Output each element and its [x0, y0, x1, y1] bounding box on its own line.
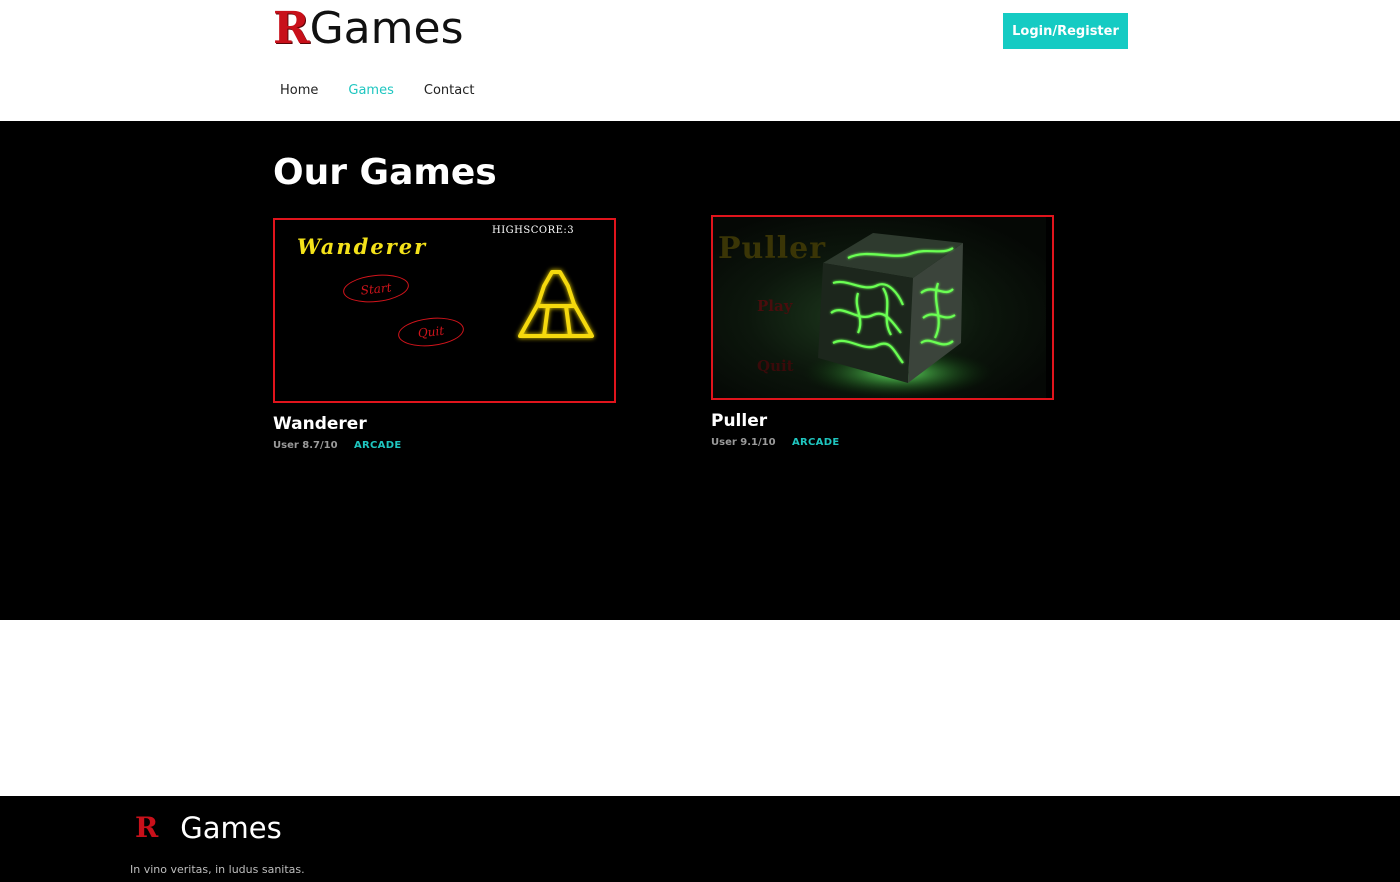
game-genre-tag[interactable]: ARCADE: [792, 437, 839, 448]
logo-text: Games: [309, 3, 464, 54]
game-card-puller[interactable]: Puller Play Quit Puller User 9.1/10 ARCA…: [711, 215, 1054, 448]
nav-item-contact[interactable]: Contact: [424, 83, 475, 99]
site-logo[interactable]: R Games: [273, 3, 464, 55]
footer-logo-text: Games: [180, 811, 282, 845]
logo-r-icon: R: [273, 3, 310, 54]
thumbnail-play-label: Play: [757, 297, 793, 315]
game-rating: User 8.7/10: [273, 440, 338, 451]
game-genre-tag[interactable]: ARCADE: [354, 440, 401, 451]
nav-item-games[interactable]: Games: [348, 83, 393, 99]
game-meta: User 9.1/10 ARCADE: [711, 437, 1054, 448]
game-thumbnail-wanderer[interactable]: Wanderer HIGHSCORE:3 Start Quit: [273, 218, 616, 403]
game-title[interactable]: Wanderer: [273, 413, 616, 435]
page: R Games Login/Register Home Games Contac…: [0, 0, 1400, 882]
footer-tagline: In vino veritas, in ludus sanitas.: [130, 863, 305, 876]
game-title[interactable]: Puller: [711, 410, 1054, 432]
thumbnail-edge: [1046, 217, 1052, 398]
main-nav: Home Games Contact: [280, 83, 504, 99]
footer-logo[interactable]: R Games: [135, 810, 282, 846]
section-title: Our Games: [273, 152, 497, 193]
thumbnail-highscore: HIGHSCORE:3: [492, 225, 575, 236]
glowing-cube-icon: [803, 233, 993, 398]
games-section: Our Games Wanderer HIGHSCORE:3 Start Qui…: [0, 121, 1400, 620]
game-card-wanderer[interactable]: Wanderer HIGHSCORE:3 Start Quit Wanderer…: [273, 218, 616, 451]
thumbnail-quit-label: Quit: [757, 357, 794, 375]
thumbnail-game-title: Puller: [718, 231, 827, 266]
game-thumbnail-puller[interactable]: Puller Play Quit: [711, 215, 1054, 400]
thumbnail-quit-label: Quit: [396, 314, 466, 350]
thumbnail-start-label: Start: [341, 271, 411, 306]
nav-item-home[interactable]: Home: [280, 83, 318, 99]
thumbnail-game-title: Wanderer: [297, 234, 428, 259]
login-register-button[interactable]: Login/Register: [1003, 13, 1128, 49]
game-meta: User 8.7/10 ARCADE: [273, 440, 616, 451]
logo-r-icon: R: [135, 811, 159, 844]
site-header: R Games Login/Register Home Games Contac…: [0, 0, 1400, 121]
site-footer: R Games In vino veritas, in ludus sanita…: [0, 796, 1400, 882]
bell-icon: [518, 270, 594, 338]
game-rating: User 9.1/10: [711, 437, 776, 448]
